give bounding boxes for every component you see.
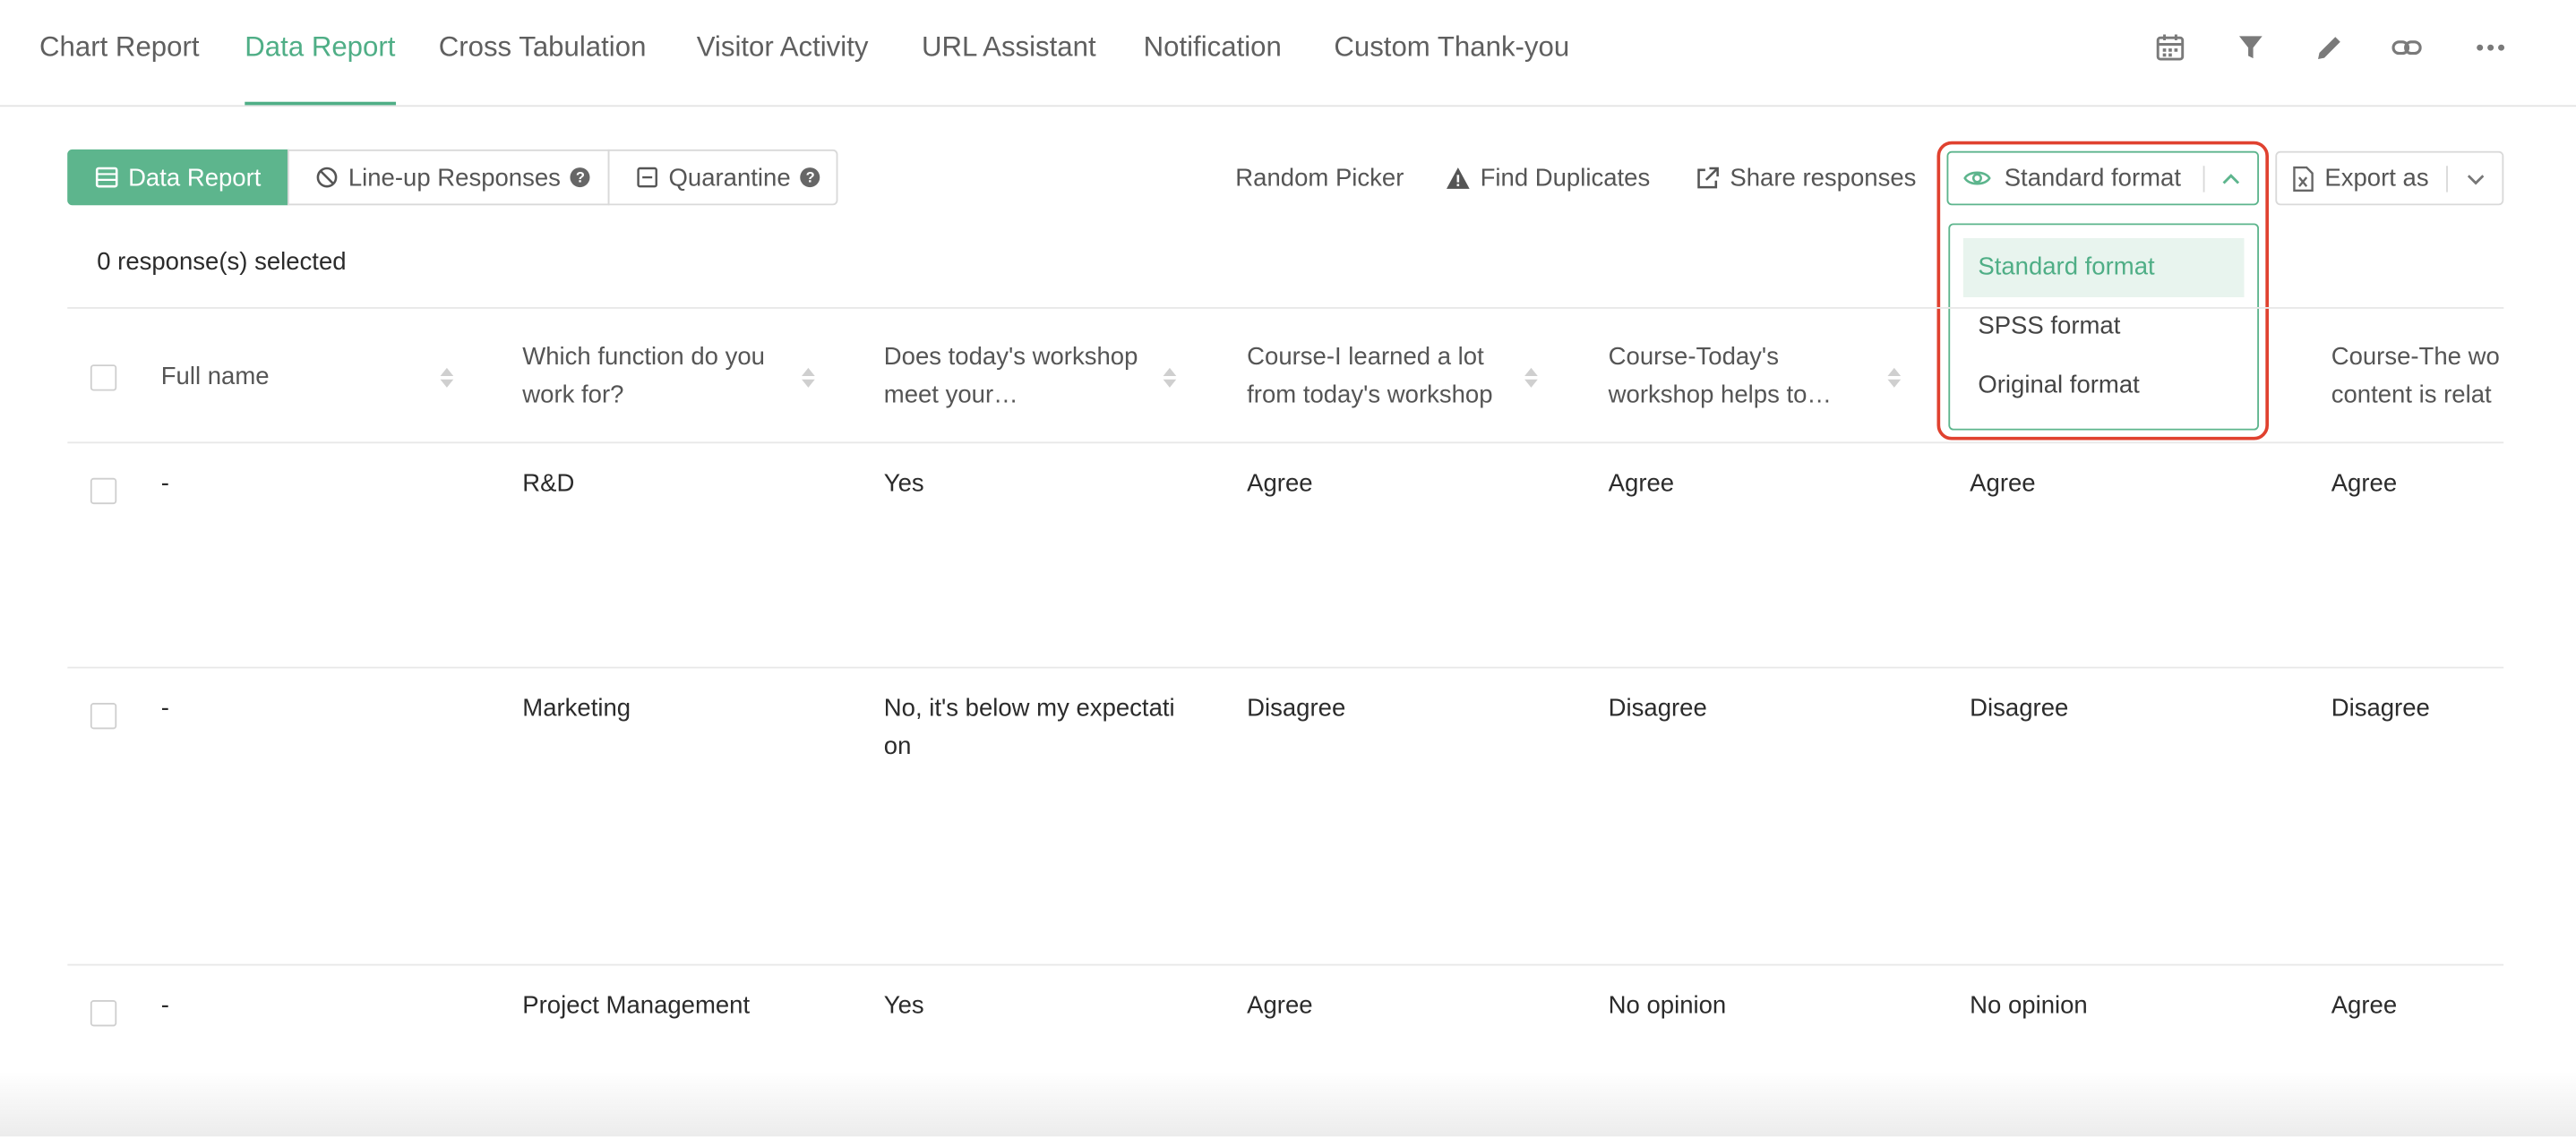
tab-data-report[interactable]: Data Report [245,0,396,106]
cell-text-line: No, it's below my expectati [883,694,1175,723]
format-select-value: Standard format [2004,164,2181,193]
pencil-icon[interactable] [2314,31,2347,64]
column-header-label: content is relat [2331,381,2492,409]
format-select[interactable]: Standard format [1946,150,2260,206]
find-duplicates-button[interactable]: Find Duplicates [1446,159,1650,195]
column-header-label: meet your… [883,381,1018,409]
tab-cross-tabulation[interactable]: Cross Tabulation [439,0,647,104]
table-cell: Agree [1247,469,1313,498]
column-header-label: Full name [160,363,270,391]
row-divider [67,666,2504,669]
column-header-label: Course-Today's [1608,343,1779,372]
table-cell: Project Management [522,991,751,1021]
minus-box-icon [636,166,659,189]
help-icon[interactable]: ? [570,167,590,188]
select-all-checkbox[interactable] [90,364,117,391]
data-report-button-label: Data Report [128,163,262,192]
quarantine-label: Quarantine [668,163,791,192]
filter-icon[interactable] [2234,31,2267,64]
excel-file-icon [2292,165,2315,192]
cell-text-line: on [883,732,912,761]
row-divider [67,963,2504,966]
table-cell: Agree [2331,469,2398,498]
format-option-standard[interactable]: Standard format [1962,237,2245,297]
column-header-label: workshop helps to… [1608,381,1832,409]
table-cell: Yes [883,469,924,498]
divider [2202,166,2205,193]
export-button-label: Export as [2324,164,2429,193]
table-cell: Agree [1970,469,2036,498]
column-header-full-name[interactable]: Full name [161,358,270,396]
tab-chart-report[interactable]: Chart Report [39,0,200,104]
random-picker-label: Random Picker [1235,163,1404,192]
table-cell: Agree [2331,991,2398,1021]
row-checkbox[interactable] [90,477,117,505]
row-divider [67,441,2504,444]
line-up-responses-button[interactable]: Line-up Responses ? [287,149,610,206]
column-header-workshop-helps[interactable]: Course-Today's workshop helps to… [1609,338,1832,414]
more-icon[interactable] [2474,31,2507,64]
row-checkbox[interactable] [90,703,117,730]
column-header-label: work for? [522,381,624,409]
table-cell: - [160,469,169,498]
table-cell: No opinion [1970,991,2088,1021]
data-report-button[interactable]: Data Report [67,149,289,206]
line-up-responses-label: Line-up Responses [348,163,561,192]
calendar-icon[interactable] [2154,31,2187,64]
tab-url-assistant[interactable]: URL Assistant [922,0,1096,104]
share-responses-button[interactable]: Share responses [1696,159,1917,195]
eye-icon [1963,164,1991,192]
table-cell: Disagree [2331,694,2430,723]
table-cell: Agree [1608,469,1675,498]
share-responses-label: Share responses [1730,163,1917,192]
link-icon[interactable] [2391,31,2424,64]
column-header-label: from today's workshop [1247,381,1493,409]
selected-count: 0 response(s) selected [97,247,347,277]
warning-icon [1446,165,1471,190]
table-cell: R&D [522,469,575,498]
chevron-down-icon[interactable] [2462,166,2488,192]
find-duplicates-label: Find Duplicates [1480,163,1651,192]
table-cell: Marketing [522,694,631,723]
sort-icon[interactable] [1886,364,1902,390]
table-cell: Agree [1247,991,1313,1021]
top-navigation: Chart Report Data Report Cross Tabulatio… [0,0,2576,107]
table-cell: - [160,694,169,723]
table-icon [95,166,118,189]
divider [2446,166,2448,193]
column-header-function[interactable]: Which function do you work for? [522,338,765,414]
column-header-label: Course-The wo [2331,343,2500,372]
table-cell: No, it's below my expectati on [884,689,1175,765]
column-header-label: Course-I learned a lot [1247,343,1484,372]
table-cell: Disagree [1247,694,1346,723]
ban-icon [315,166,339,189]
responses-table: Full name Which function do you work for… [67,306,2504,1138]
table-cell: Disagree [1608,694,1707,723]
column-header-content-related[interactable]: Course-The wo content is relat [2331,338,2500,414]
random-picker-button[interactable]: Random Picker [1235,159,1404,195]
quarantine-button[interactable]: Quarantine ? [607,149,838,206]
sort-icon[interactable] [439,364,455,390]
tab-notification[interactable]: Notification [1144,0,1282,104]
column-header-label: Which function do you [522,343,765,372]
chevron-up-icon[interactable] [2218,166,2244,192]
table-cell: Yes [883,991,924,1021]
table-cell: Disagree [1970,694,2069,723]
column-header-workshop-expectation[interactable]: Does today's workshop meet your… [884,338,1138,414]
help-icon[interactable]: ? [800,167,820,188]
external-link-icon [1696,165,1721,190]
column-header-label: Does today's workshop [883,343,1138,372]
row-checkbox[interactable] [90,1000,117,1027]
table-cell: No opinion [1608,991,1727,1021]
export-button[interactable]: Export as [2275,150,2504,206]
sort-icon[interactable] [1162,364,1178,390]
sort-icon[interactable] [800,364,816,390]
column-header-learned-a-lot[interactable]: Course-I learned a lot from today's work… [1247,338,1492,414]
tab-visitor-activity[interactable]: Visitor Activity [697,0,869,104]
tab-custom-thank-you[interactable]: Custom Thank-you [1334,0,1569,104]
sort-icon[interactable] [1523,364,1539,390]
table-cell: - [160,991,169,1021]
